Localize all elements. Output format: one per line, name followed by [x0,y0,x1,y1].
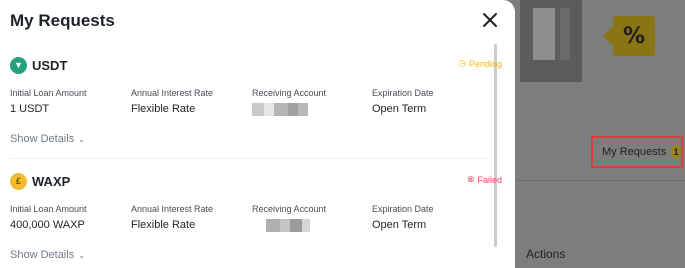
receiving-account-field: Receiving Account [252,88,326,116]
expiration-date-field: Expiration Date Open Term [372,204,434,231]
clock-icon: ◷ [458,58,466,68]
interest-rate-field: Annual Interest Rate Flexible Rate [131,88,213,115]
request-card: ₤ WAXP ⊗ Failed Initial Loan Amount 400,… [10,171,502,244]
actions-column-header: Actions [526,247,566,261]
show-details-label: Show Details [10,249,75,261]
field-value: Open Term [372,103,427,115]
waxp-coin-icon: ₤ [10,172,27,190]
my-requests-panel: My Requests ▼ USDT ◷ Pending Initial Loa… [0,0,515,268]
my-requests-count-badge: 1 [671,145,681,159]
background-graphic-bar [560,8,570,60]
background-divider [515,180,685,181]
close-icon[interactable] [480,10,500,30]
background-graphic-bar [533,8,555,60]
field-label: Annual Interest Rate [131,204,214,214]
field-value: 1 USDT [10,103,50,115]
show-details-link[interactable]: Show Details ⌄ [10,249,85,261]
coin-name: USDT [32,57,68,73]
my-requests-button[interactable]: My Requests 1 [591,136,683,168]
field-value: 400,000 WAXP [10,219,85,231]
my-requests-label: My Requests [602,146,667,158]
field-label: Annual Interest Rate [131,88,214,98]
request-fields: Initial Loan Amount 400,000 WAXP Annual … [10,204,492,244]
request-fields: Initial Loan Amount 1 USDT Annual Intere… [10,88,492,128]
coin-name: WAXP [32,173,71,189]
interest-rate-field: Annual Interest Rate Flexible Rate [131,204,213,231]
card-divider [10,158,490,159]
field-value: Flexible Rate [131,103,196,115]
request-header: ₤ WAXP ⊗ Failed [10,171,502,191]
percent-symbol: % [622,23,646,49]
show-details-link[interactable]: Show Details ⌄ [10,133,85,145]
field-label: Expiration Date [372,88,434,98]
chevron-down-icon: ⌄ [78,250,85,260]
initial-loan-field: Initial Loan Amount 400,000 WAXP [10,204,87,231]
field-label: Initial Loan Amount [10,88,87,98]
x-circle-icon: ⊗ [466,174,475,184]
panel-title: My Requests [10,11,115,30]
field-label: Initial Loan Amount [10,204,87,214]
usdt-coin-icon: ▼ [10,56,27,74]
status-text: Pending [468,58,502,69]
percent-tag-icon: % [603,16,655,56]
initial-loan-field: Initial Loan Amount 1 USDT [10,88,87,115]
request-header: ▼ USDT ◷ Pending [10,55,502,75]
status-badge: ◷ Pending [458,58,502,69]
chevron-down-icon: ⌄ [78,134,85,144]
status-badge: ⊗ Failed [467,174,502,185]
expiration-date-field: Expiration Date Open Term [372,88,434,115]
masked-account-value [252,103,326,116]
request-card: ▼ USDT ◷ Pending Initial Loan Amount 1 U… [10,55,502,128]
field-label: Receiving Account [252,204,327,214]
field-label: Expiration Date [372,204,434,214]
status-text: Failed [477,174,502,185]
receiving-account-field: Receiving Account [252,204,326,232]
show-details-label: Show Details [10,133,75,145]
field-value: Flexible Rate [131,219,196,231]
scrollbar[interactable] [494,44,497,247]
field-label: Receiving Account [252,88,327,98]
masked-account-value [266,219,326,232]
field-value: Open Term [372,219,427,231]
